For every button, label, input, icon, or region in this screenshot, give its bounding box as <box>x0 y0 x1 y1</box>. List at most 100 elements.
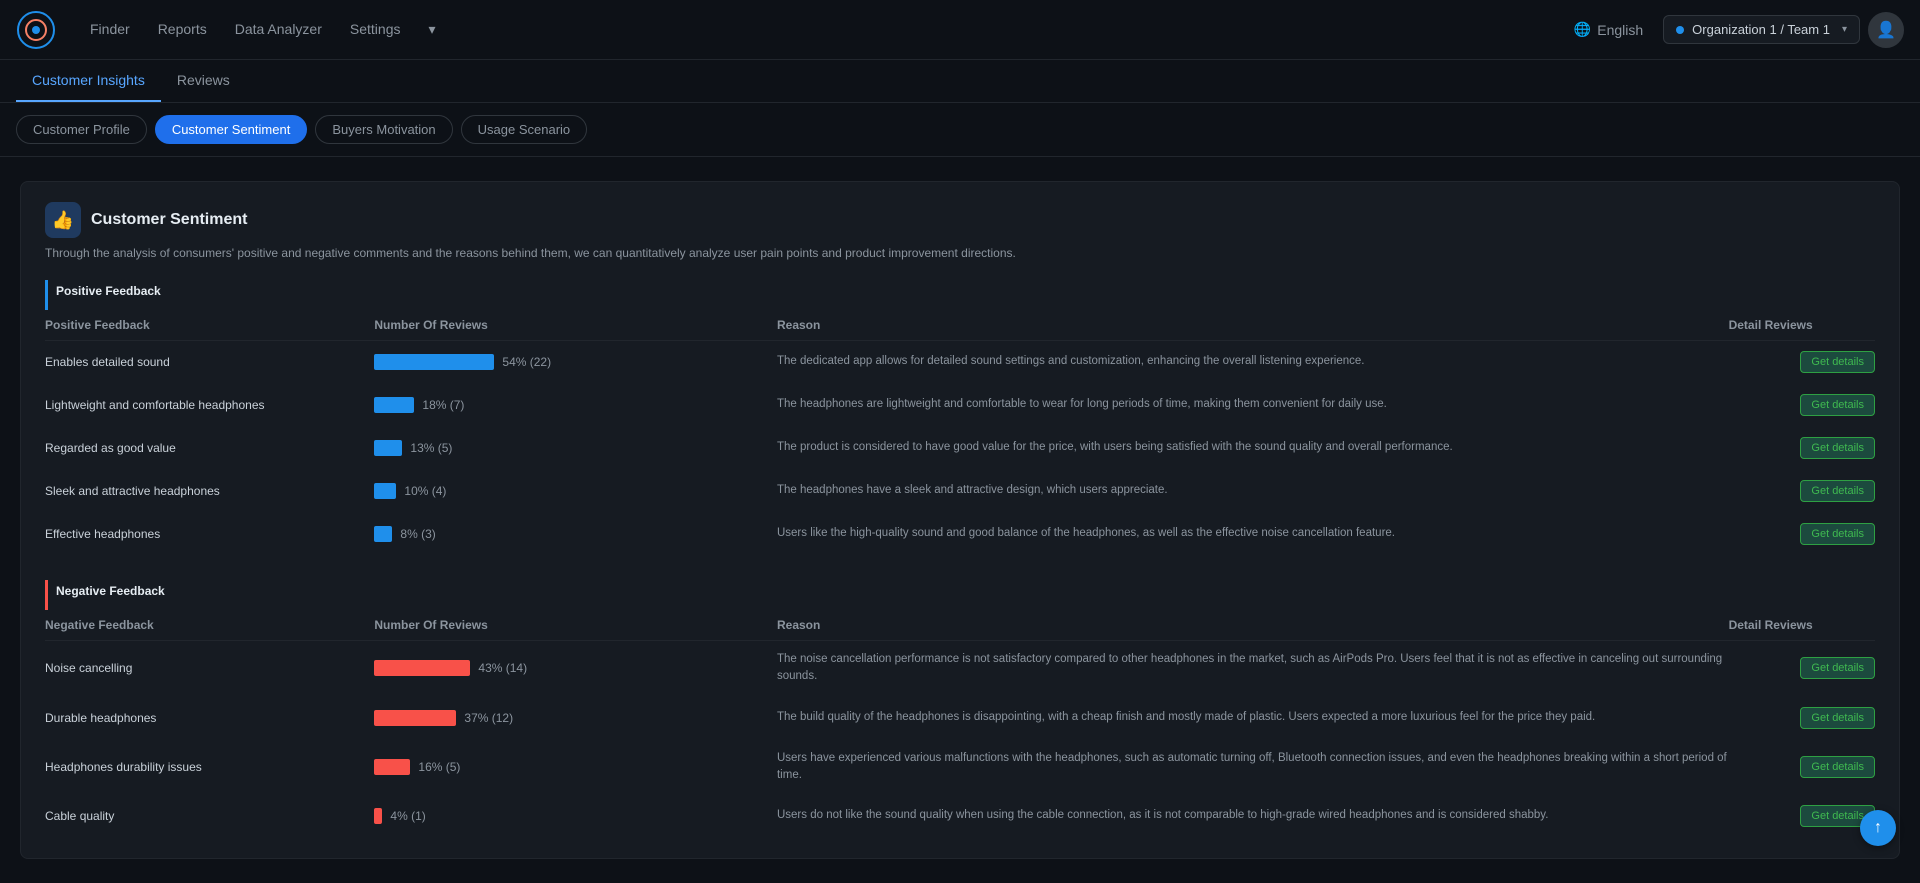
nav-reports[interactable]: Reports <box>148 17 217 42</box>
org-status-dot <box>1676 26 1684 34</box>
bar-percentage: 18% (7) <box>422 398 464 412</box>
bar-container: 16% (5) <box>374 759 777 775</box>
app-logo[interactable] <box>16 10 56 50</box>
negative-feedback-cell: Durable headphones <box>45 696 374 739</box>
user-icon: 👤 <box>1876 20 1896 40</box>
positive-bar <box>374 397 414 413</box>
negative-feedback-label: Negative Feedback <box>45 580 1875 610</box>
main-content: 👍 Customer Sentiment Through the analysi… <box>0 157 1920 883</box>
section-header: 👍 Customer Sentiment <box>45 202 1875 238</box>
get-details-button[interactable]: Get details <box>1800 523 1875 545</box>
user-avatar[interactable]: 👤 <box>1868 12 1904 48</box>
negative-detail-cell: Get details <box>1729 641 1875 697</box>
positive-feedback-table: Positive Feedback Number Of Reviews Reas… <box>45 310 1875 556</box>
positive-detail-cell: Get details <box>1729 341 1875 384</box>
negative-bar-cell: 4% (1) <box>374 795 777 838</box>
positive-bar-cell: 18% (7) <box>374 384 777 427</box>
reason-text: Users like the high-quality sound and go… <box>777 527 1395 539</box>
positive-reason-cell: The dedicated app allows for detailed so… <box>777 341 1729 384</box>
positive-detail-cell: Get details <box>1729 384 1875 427</box>
positive-bar-cell: 13% (5) <box>374 427 777 470</box>
bar-percentage: 37% (12) <box>464 711 513 725</box>
positive-feedback-cell: Sleek and attractive headphones <box>45 470 374 513</box>
org-selector[interactable]: Organization 1 / Team 1 ▾ <box>1663 15 1860 44</box>
scroll-to-top-button[interactable]: ↑ <box>1860 810 1896 846</box>
reason-text: The dedicated app allows for detailed so… <box>777 355 1365 367</box>
nav-settings-arrow: ▾ <box>418 17 445 42</box>
main-tabs: Customer Insights Reviews <box>0 60 1920 103</box>
col-header-positive-detail: Detail Reviews <box>1729 310 1875 341</box>
negative-bar-cell: 37% (12) <box>374 696 777 739</box>
negative-table-row: Headphones durability issues 16% (5) Use… <box>45 739 1875 795</box>
nav-settings[interactable]: Settings <box>340 17 411 42</box>
tab-customer-insights[interactable]: Customer Insights <box>16 60 161 102</box>
get-details-button[interactable]: Get details <box>1800 351 1875 373</box>
positive-feedback-cell: Effective headphones <box>45 513 374 556</box>
negative-detail-cell: Get details <box>1729 696 1875 739</box>
bar-percentage: 16% (5) <box>418 760 460 774</box>
positive-bar <box>374 526 392 542</box>
bar-container: 13% (5) <box>374 440 777 456</box>
reason-text: The headphones have a sleek and attracti… <box>777 484 1168 496</box>
tab-buyers-motivation[interactable]: Buyers Motivation <box>315 115 452 144</box>
negative-bar <box>374 759 410 775</box>
negative-bar <box>374 710 456 726</box>
get-details-button[interactable]: Get details <box>1800 707 1875 729</box>
reason-text: The noise cancellation performance is no… <box>777 653 1722 682</box>
tab-reviews[interactable]: Reviews <box>161 60 246 102</box>
get-details-button[interactable]: Get details <box>1800 657 1875 679</box>
thumbs-up-icon: 👍 <box>45 202 81 238</box>
org-label: Organization 1 / Team 1 <box>1692 22 1830 37</box>
tab-usage-scenario[interactable]: Usage Scenario <box>461 115 588 144</box>
positive-detail-cell: Get details <box>1729 470 1875 513</box>
nav-finder[interactable]: Finder <box>80 17 140 42</box>
col-header-negative-detail: Detail Reviews <box>1729 610 1875 641</box>
get-details-button[interactable]: Get details <box>1800 756 1875 778</box>
nav-links: Finder Reports Data Analyzer Settings ▾ <box>80 17 1574 42</box>
negative-table-row: Durable headphones 37% (12) The build qu… <box>45 696 1875 739</box>
bar-container: 18% (7) <box>374 397 777 413</box>
positive-bar <box>374 483 396 499</box>
col-header-positive-feedback: Positive Feedback <box>45 310 374 341</box>
positive-detail-cell: Get details <box>1729 513 1875 556</box>
negative-bar-cell: 16% (5) <box>374 739 777 795</box>
positive-bar-cell: 8% (3) <box>374 513 777 556</box>
negative-bar-cell: 43% (14) <box>374 641 777 697</box>
reason-text: Users do not like the sound quality when… <box>777 809 1548 821</box>
bar-container: 4% (1) <box>374 808 777 824</box>
bar-container: 54% (22) <box>374 354 777 370</box>
get-details-button[interactable]: Get details <box>1800 394 1875 416</box>
language-label: English <box>1597 22 1643 38</box>
negative-feedback-cell: Cable quality <box>45 795 374 838</box>
nav-data-analyzer[interactable]: Data Analyzer <box>225 17 332 42</box>
positive-reason-cell: The headphones are lightweight and comfo… <box>777 384 1729 427</box>
bar-percentage: 10% (4) <box>404 484 446 498</box>
reason-text: Users have experienced various malfuncti… <box>777 752 1727 781</box>
bar-percentage: 8% (3) <box>400 527 435 541</box>
tab-customer-sentiment[interactable]: Customer Sentiment <box>155 115 308 144</box>
language-selector[interactable]: 🌐 English <box>1574 21 1643 38</box>
bar-percentage: 13% (5) <box>410 441 452 455</box>
positive-table-row: Sleek and attractive headphones 10% (4) … <box>45 470 1875 513</box>
negative-reason-cell: The noise cancellation performance is no… <box>777 641 1729 697</box>
positive-table-row: Regarded as good value 13% (5) The produ… <box>45 427 1875 470</box>
col-header-negative-feedback: Negative Feedback <box>45 610 374 641</box>
org-chevron-icon: ▾ <box>1842 24 1847 35</box>
positive-feedback-cell: Lightweight and comfortable headphones <box>45 384 374 427</box>
negative-detail-cell: Get details <box>1729 739 1875 795</box>
reason-text: The headphones are lightweight and comfo… <box>777 398 1387 410</box>
tab-customer-profile[interactable]: Customer Profile <box>16 115 147 144</box>
negative-table-row: Noise cancelling 43% (14) The noise canc… <box>45 641 1875 697</box>
col-header-negative-reviews: Number Of Reviews <box>374 610 777 641</box>
globe-icon: 🌐 <box>1574 21 1591 38</box>
col-header-positive-reason: Reason <box>777 310 1729 341</box>
get-details-button[interactable]: Get details <box>1800 480 1875 502</box>
section-description: Through the analysis of consumers' posit… <box>45 246 1875 260</box>
get-details-button[interactable]: Get details <box>1800 437 1875 459</box>
col-header-negative-reason: Reason <box>777 610 1729 641</box>
negative-reason-cell: The build quality of the headphones is d… <box>777 696 1729 739</box>
positive-feedback-cell: Enables detailed sound <box>45 341 374 384</box>
negative-detail-cell: Get details <box>1729 795 1875 838</box>
sub-tabs: Customer Profile Customer Sentiment Buye… <box>0 103 1920 157</box>
section-title: Customer Sentiment <box>91 211 247 229</box>
